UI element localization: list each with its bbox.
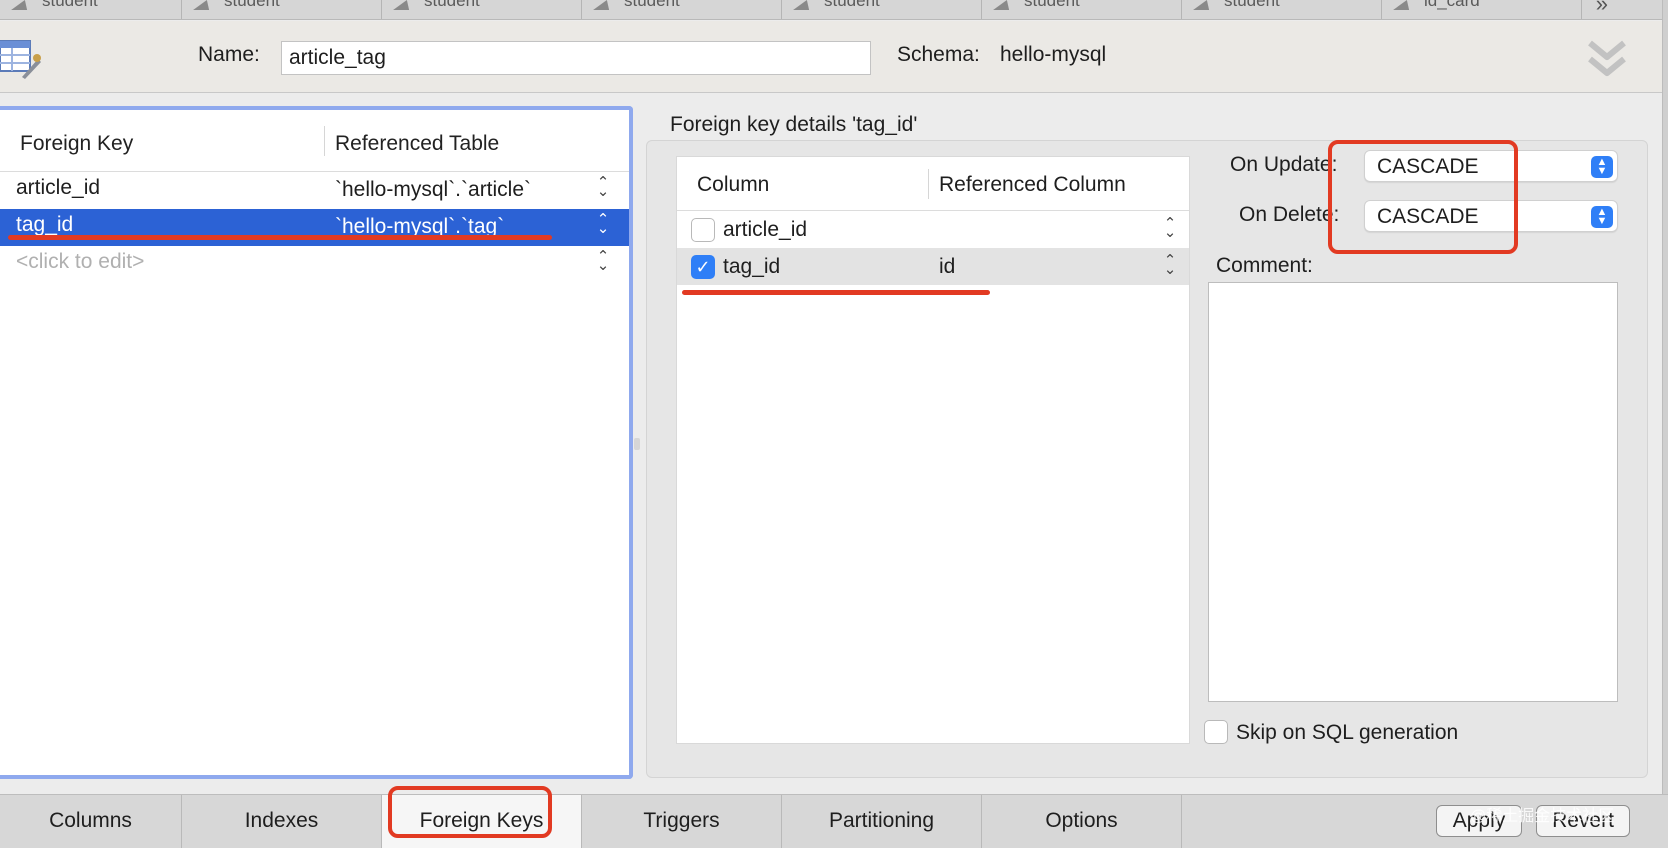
header-divider [928, 169, 929, 199]
tab-indexes[interactable]: Indexes [182, 795, 382, 848]
skip-sql-generation-label[interactable]: Skip on SQL generation [1236, 721, 1458, 745]
fk-column-row[interactable]: article_id ⌃ ⌄ [677, 211, 1189, 248]
tab-triggers[interactable]: Triggers [582, 795, 782, 848]
fk-column-table-header: Column Referenced Column [677, 157, 1189, 211]
tab-label: Columns [49, 809, 132, 832]
tab-partitioning[interactable]: Partitioning [782, 795, 982, 848]
editor-tab[interactable]: student [382, 0, 582, 19]
table-edit-icon [0, 40, 41, 79]
foreign-key-table-header: Foreign Key Referenced Table [0, 110, 629, 172]
comment-textarea[interactable] [1208, 282, 1618, 702]
select-chevron-icon: ▲ ▼ [1591, 156, 1613, 178]
tab-label: Indexes [244, 809, 319, 832]
window-edge [1662, 0, 1668, 848]
tab-columns[interactable]: Columns [0, 795, 182, 848]
foreign-key-row[interactable]: article_id `hello-mysql`.`article` ⌃ ⌄ [0, 172, 629, 209]
tab-label: Options [1045, 809, 1118, 832]
editor-tab[interactable]: student [982, 0, 1182, 19]
column-header-referenced-column[interactable]: Referenced Column [939, 173, 1126, 197]
more-tabs-icon[interactable]: » [1596, 0, 1608, 17]
column-checkbox-checked[interactable]: ✓ [691, 255, 715, 279]
stepper-icon[interactable]: ⌃ ⌄ [1163, 216, 1177, 240]
table-name-input[interactable] [281, 41, 871, 75]
fk-column-row-selected[interactable]: ✓ tag_id id ⌃ ⌄ [677, 248, 1189, 285]
watermark: @稀土掘金技术社区 [1470, 808, 1615, 825]
column-checkbox[interactable] [691, 218, 715, 242]
annotation-underline [8, 235, 552, 240]
tab-arrow-icon [993, 0, 1015, 10]
editor-tab-label: student [42, 0, 98, 10]
foreign-key-table: Foreign Key Referenced Table article_id … [0, 106, 633, 779]
select-chevron-icon: ▲ ▼ [1591, 206, 1613, 228]
tab-options[interactable]: Options [982, 795, 1182, 848]
editor-tab-label: student [424, 0, 480, 10]
fk-column-table: Column Referenced Column article_id ⌃ ⌄ ✓… [676, 156, 1190, 744]
editor-tab[interactable]: id_card [1382, 0, 1582, 19]
tab-arrow-icon [793, 0, 815, 10]
editor-tab[interactable]: student [0, 0, 182, 19]
tab-arrow-icon [393, 0, 415, 10]
stepper-icon[interactable]: ⌃ ⌄ [596, 175, 610, 199]
skip-sql-generation-checkbox[interactable] [1204, 720, 1228, 744]
referenced-table-value[interactable]: `hello-mysql`.`article` [335, 178, 531, 202]
comment-label: Comment: [1216, 254, 1313, 277]
editor-tab[interactable]: student [182, 0, 382, 19]
new-foreign-key-row[interactable]: <click to edit> ⌃ ⌄ [0, 246, 629, 283]
editor-tab[interactable]: student [582, 0, 782, 19]
editor-tab-label: student [824, 0, 880, 10]
foreign-key-row-selected[interactable]: tag_id `hello-mysql`.`tag` ⌃ ⌄ [0, 209, 629, 246]
stepper-icon[interactable]: ⌃ ⌄ [1163, 253, 1177, 277]
editor-tab[interactable]: student [782, 0, 982, 19]
table-header: Name: Schema: hello-mysql [0, 21, 1668, 93]
schema-label: Schema: [897, 43, 980, 66]
tab-arrow-icon [1193, 0, 1215, 10]
stepper-icon[interactable]: ⌃ ⌄ [596, 212, 610, 236]
on-delete-label: On Delete: [1239, 203, 1340, 226]
column-header-column[interactable]: Column [697, 173, 769, 197]
foreign-key-name: article_id [16, 176, 101, 199]
tab-label: Partitioning [828, 809, 935, 832]
on-update-label: On Update: [1230, 153, 1338, 176]
annotation-box-foreign-keys-tab [388, 786, 552, 838]
annotation-underline [682, 290, 990, 295]
editor-tab-label: student [1024, 0, 1080, 10]
stepper-icon[interactable]: ⌃ ⌄ [596, 249, 610, 273]
foreign-key-details-title: Foreign key details 'tag_id' [670, 113, 918, 136]
tab-arrow-icon [1393, 0, 1415, 10]
editor-section-tabs: Columns Indexes Foreign Keys Triggers Pa… [0, 794, 1668, 848]
tab-arrow-icon [593, 0, 615, 10]
foreign-key-name: tag_id [16, 213, 74, 236]
tab-arrow-icon [193, 0, 215, 10]
annotation-box-cascade [1328, 140, 1518, 254]
editor-tab-label: student [624, 0, 680, 10]
editor-tab-label: student [224, 0, 280, 10]
collapse-chevron-icon[interactable] [1586, 37, 1628, 81]
header-divider [324, 126, 325, 156]
click-to-edit-placeholder[interactable]: <click to edit> [16, 250, 144, 274]
column-name: tag_id [723, 255, 781, 278]
schema-value: hello-mysql [1000, 43, 1107, 66]
referenced-column-value[interactable]: id [939, 255, 955, 279]
editor-tab[interactable]: student [1182, 0, 1382, 19]
editor-tab-label: id_card [1424, 0, 1480, 10]
column-header-foreign-key[interactable]: Foreign Key [20, 132, 133, 156]
tab-label: Triggers [643, 809, 720, 832]
editor-tab-label: student [1224, 0, 1280, 10]
editor-tab-strip: student student student student student … [0, 0, 1668, 20]
panel-splitter-handle[interactable] [634, 438, 640, 450]
tab-arrow-icon [11, 0, 33, 10]
column-name: article_id [723, 218, 808, 241]
name-label: Name: [198, 43, 260, 66]
column-header-referenced-table[interactable]: Referenced Table [335, 132, 499, 156]
